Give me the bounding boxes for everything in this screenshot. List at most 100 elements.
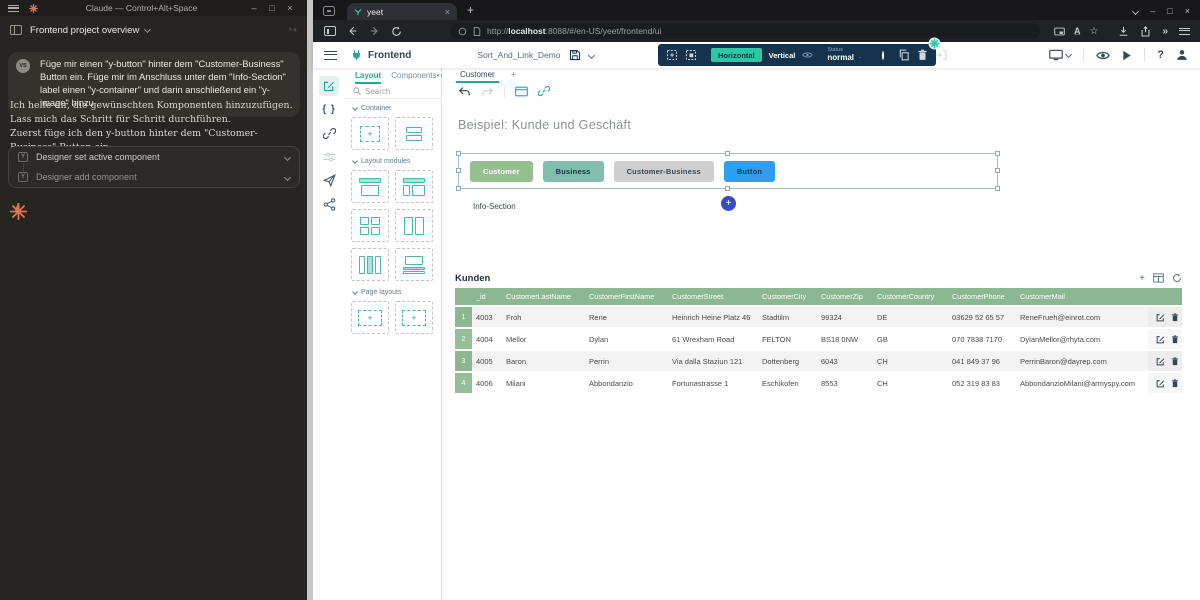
tile-layout-header-two-cols[interactable] bbox=[395, 170, 433, 203]
claude-minimize-button[interactable]: – bbox=[245, 3, 263, 13]
rail-settings-tab[interactable] bbox=[319, 147, 339, 167]
chevron-down-icon[interactable] bbox=[284, 173, 291, 180]
section-layout-modules-header[interactable]: Layout modules bbox=[345, 152, 441, 168]
info-section-label[interactable]: Info-Section bbox=[473, 202, 516, 211]
translate-icon[interactable]: A̲ bbox=[1074, 26, 1081, 36]
component-search[interactable] bbox=[345, 84, 441, 99]
canvas-button-button[interactable]: Button bbox=[724, 161, 775, 182]
copy-icon[interactable] bbox=[898, 49, 910, 61]
tile-layout-grid-2x2[interactable] bbox=[351, 209, 389, 242]
panel-tab-layout[interactable]: Layout bbox=[355, 71, 381, 84]
row-delete-icon[interactable] bbox=[1171, 379, 1179, 388]
table-row[interactable]: 14003FrohReneHeinrich Heine Platz 46Stad… bbox=[455, 307, 1182, 327]
table-columns-icon[interactable] bbox=[1153, 273, 1164, 283]
row-delete-icon[interactable] bbox=[1171, 313, 1179, 322]
orientation-vertical-button[interactable]: Vertical bbox=[769, 51, 796, 60]
project-chevron-icon[interactable] bbox=[587, 51, 594, 58]
forward-icon[interactable] bbox=[369, 26, 380, 36]
workspace-icon[interactable] bbox=[323, 6, 335, 16]
browser-menu-icon[interactable] bbox=[1179, 28, 1190, 35]
delete-icon[interactable] bbox=[917, 49, 928, 61]
back-icon[interactable] bbox=[347, 26, 358, 36]
tile-stack-container[interactable] bbox=[395, 117, 433, 150]
preview-eye-icon[interactable] bbox=[1096, 50, 1110, 61]
search-input[interactable] bbox=[365, 87, 425, 96]
redo-icon[interactable] bbox=[481, 86, 494, 97]
add-component-fab[interactable]: + bbox=[721, 196, 736, 211]
share-icon[interactable] bbox=[1140, 26, 1151, 37]
canvas-button-business[interactable]: Business bbox=[543, 161, 604, 182]
canvas-tab-customer[interactable]: Customer bbox=[456, 70, 499, 83]
panel-tab-components[interactable]: Components bbox=[391, 71, 436, 84]
select-component-icon[interactable] bbox=[685, 49, 697, 61]
selection-outline[interactable]: Customer Business Customer-Business Button bbox=[458, 153, 998, 189]
canvas-button-customer-business[interactable]: Customer-Business bbox=[614, 161, 714, 182]
download-icon[interactable] bbox=[1118, 26, 1129, 37]
save-icon[interactable] bbox=[569, 49, 581, 61]
rail-design-tab[interactable] bbox=[319, 76, 339, 96]
reload-icon[interactable] bbox=[391, 26, 402, 37]
canvas-add-tab-button[interactable]: + bbox=[511, 70, 517, 83]
status-selector[interactable]: Status normal bbox=[827, 48, 854, 63]
chevron-down-icon[interactable] bbox=[144, 25, 151, 32]
rail-link-tab[interactable] bbox=[319, 123, 339, 143]
tool-call-row-add-component[interactable]: Y Designer add component bbox=[9, 167, 299, 187]
row-edit-icon[interactable] bbox=[1156, 379, 1165, 388]
tile-page-layout-blank-2[interactable]: + bbox=[395, 301, 433, 334]
help-button[interactable]: ? bbox=[1157, 49, 1164, 61]
tile-layout-header-body[interactable] bbox=[351, 170, 389, 203]
share-arrow-icon[interactable]: ↪ bbox=[289, 25, 297, 36]
tile-layout-body-footer[interactable] bbox=[395, 248, 433, 281]
section-container-header[interactable]: Container bbox=[345, 99, 441, 115]
window-preview-icon[interactable] bbox=[515, 86, 528, 97]
browser-minimize-button[interactable]: – bbox=[1150, 6, 1155, 16]
table-row[interactable]: 24004MellorDylan61 Wrexham RoadFELTONBS1… bbox=[455, 329, 1182, 349]
app-menu-icon[interactable] bbox=[324, 51, 337, 60]
device-preview-selector[interactable] bbox=[1049, 49, 1071, 61]
tile-layout-two-columns[interactable] bbox=[395, 209, 433, 242]
sidebar-toggle-icon[interactable] bbox=[10, 25, 22, 35]
table-row[interactable]: 44006MilaniAbbondanzioFortunastrasse 1Es… bbox=[455, 373, 1182, 393]
claude-menu-icon[interactable] bbox=[8, 5, 19, 12]
tab-close-icon[interactable]: × bbox=[445, 7, 450, 17]
chevron-down-icon[interactable] bbox=[284, 153, 291, 160]
row-edit-icon[interactable] bbox=[1156, 313, 1165, 322]
run-play-icon[interactable] bbox=[1122, 50, 1132, 61]
new-tab-button[interactable]: + bbox=[467, 3, 474, 17]
row-edit-icon[interactable] bbox=[1156, 357, 1165, 366]
table-refresh-icon[interactable] bbox=[1172, 273, 1182, 283]
tile-empty-container[interactable]: + bbox=[351, 117, 389, 150]
rail-share-tab[interactable] bbox=[319, 194, 339, 214]
state-dot-outline[interactable] bbox=[882, 51, 884, 60]
project-title[interactable]: Frontend project overview bbox=[30, 25, 139, 36]
tile-page-layout-blank[interactable]: + bbox=[351, 301, 389, 334]
browser-sidebar-icon[interactable] bbox=[324, 26, 336, 36]
rail-publish-tab[interactable] bbox=[319, 170, 339, 190]
address-bar[interactable]: http://localhost:8088/#/en-US/yeet/front… bbox=[450, 23, 1040, 39]
row-edit-icon[interactable] bbox=[1156, 335, 1165, 344]
claude-maximize-button[interactable]: □ bbox=[263, 3, 281, 13]
select-area-icon[interactable] bbox=[666, 49, 678, 61]
visibility-toggle-icon[interactable] bbox=[802, 51, 813, 59]
orientation-horizontal-button[interactable]: Horizontal bbox=[711, 48, 762, 62]
table-add-row-icon[interactable]: + bbox=[1139, 273, 1145, 284]
bookmark-star-icon[interactable]: ☆ bbox=[1090, 26, 1099, 37]
row-delete-icon[interactable] bbox=[1171, 357, 1179, 366]
document-icon[interactable] bbox=[473, 27, 481, 36]
section-page-layouts-header[interactable]: Page layouts bbox=[345, 283, 441, 299]
browser-maximize-button[interactable]: □ bbox=[1167, 6, 1172, 16]
site-info-icon[interactable] bbox=[458, 27, 467, 36]
browser-tab[interactable]: yeet × bbox=[347, 3, 457, 20]
insert-component-icon[interactable] bbox=[935, 49, 947, 61]
rail-code-tab[interactable]: { } bbox=[319, 99, 339, 119]
link-mode-icon[interactable] bbox=[538, 85, 550, 97]
claude-close-button[interactable]: × bbox=[281, 3, 299, 13]
user-account-icon[interactable] bbox=[1176, 49, 1188, 61]
extensions-overflow-icon[interactable]: » bbox=[1162, 26, 1168, 37]
canvas-button-customer[interactable]: Customer bbox=[470, 161, 533, 182]
tile-layout-three-columns[interactable] bbox=[351, 248, 389, 281]
browser-close-button[interactable]: × bbox=[1185, 6, 1190, 16]
tool-call-row-set-active[interactable]: Y Designer set active component bbox=[9, 147, 299, 167]
tab-list-chevron-icon[interactable] bbox=[1132, 7, 1139, 14]
table-row[interactable]: 34005BaronPerrinVia dalla Staziun 121Dot… bbox=[455, 351, 1182, 371]
